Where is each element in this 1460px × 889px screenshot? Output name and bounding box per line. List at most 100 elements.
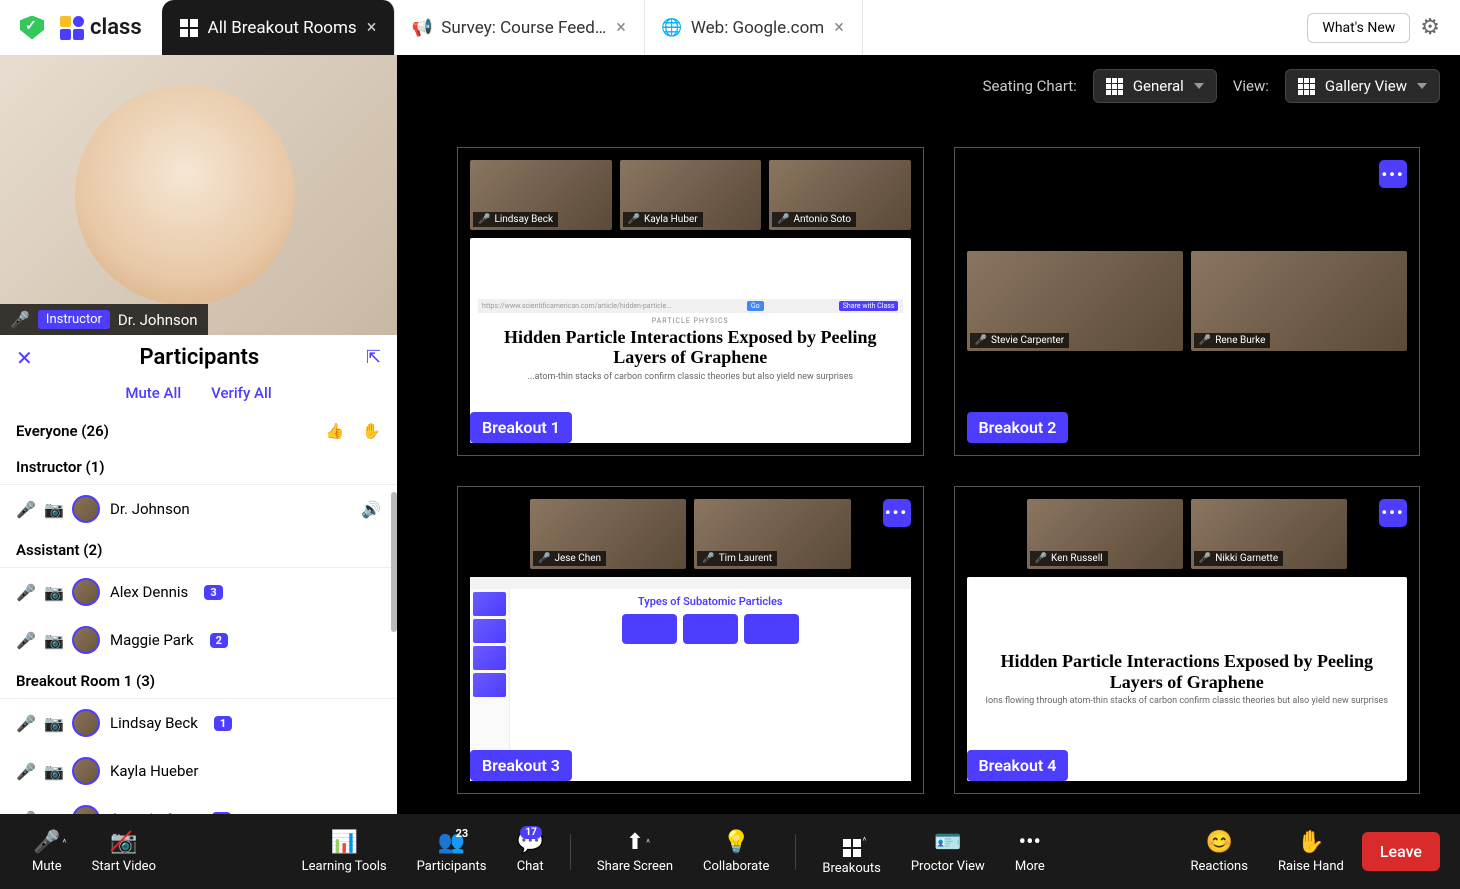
video-tile: 🎤Rene Burke [1191, 251, 1407, 351]
close-icon[interactable]: ✕ [16, 346, 33, 370]
popout-icon[interactable]: ⇱ [366, 347, 381, 368]
tab-survey[interactable]: 📢 Survey: Course Feed… × [395, 0, 645, 55]
avatar [72, 805, 100, 814]
participant-row[interactable]: 🎤 📷 Antonio Soto 2 [0, 795, 397, 814]
grid-icon [1298, 78, 1315, 95]
tab-web[interactable]: 🌐 Web: Google.com × [645, 0, 863, 55]
chevron-down-icon [1194, 83, 1204, 89]
video-tile: 🎤Antonio Soto [769, 160, 911, 230]
grid-icon [180, 19, 198, 37]
room-label: Breakout 1 [470, 412, 572, 443]
camera-icon[interactable]: 📷 [44, 500, 62, 519]
section-instructor: Instructor (1) [0, 450, 397, 485]
camera-icon[interactable]: 📷 [44, 762, 62, 781]
collaborate-button[interactable]: 💡Collaborate [691, 830, 781, 874]
breakouts-button[interactable]: ^Breakouts [810, 828, 892, 876]
avatar [72, 709, 100, 737]
mic-icon[interactable]: 🎤 [16, 500, 34, 519]
participant-row[interactable]: 🎤 📷 Maggie Park 2 [0, 616, 397, 664]
participant-row[interactable]: 🎤 📷 Alex Dennis 3 [0, 568, 397, 616]
room-label: Breakout 3 [470, 750, 572, 781]
chat-badge[interactable]: 3 [204, 585, 222, 600]
gear-icon[interactable]: ⚙ [1420, 15, 1440, 40]
participant-row[interactable]: 🎤 📷 Kayla Hueber [0, 747, 397, 795]
leave-button[interactable]: Leave [1362, 832, 1440, 871]
video-tile: 🎤Lindsay Beck [470, 160, 612, 230]
view-dropdown[interactable]: Gallery View [1285, 69, 1440, 103]
role-badge: Instructor [38, 310, 110, 329]
chat-badge[interactable]: 2 [212, 812, 230, 815]
room-menu-button[interactable]: ••• [1379, 160, 1407, 188]
camera-icon[interactable]: 📷 [44, 631, 62, 650]
learning-tools-button[interactable]: 📊Learning Tools [290, 830, 399, 874]
camera-icon[interactable]: 📷 [44, 714, 62, 733]
reactions-button[interactable]: 😊Reactions [1178, 830, 1260, 874]
mic-icon[interactable]: 🎤 [16, 714, 34, 733]
section-assistant: Assistant (2) [0, 533, 397, 568]
hand-icon[interactable]: ✋ [362, 422, 381, 440]
participants-panel: ✕ Participants ⇱ Mute All Verify All Eve… [0, 335, 397, 814]
tab-breakout-rooms[interactable]: All Breakout Rooms × [162, 0, 396, 55]
mute-button[interactable]: 🎤^Mute [20, 830, 74, 874]
start-video-button[interactable]: 📷Start Video [80, 830, 168, 874]
video-tile: 🎤Jese Chen [530, 499, 686, 569]
mic-muted-icon[interactable]: 🎤 [16, 631, 34, 650]
seating-chart-dropdown[interactable]: General [1093, 69, 1217, 103]
app-logo: class [60, 15, 142, 40]
room-label: Breakout 4 [967, 750, 1069, 781]
thumbs-up-icon[interactable]: 👍 [326, 422, 345, 440]
panel-title: Participants [33, 345, 366, 370]
chat-badge[interactable]: 2 [210, 633, 228, 648]
video-tile: 🎤Ken Russell [1027, 499, 1183, 569]
tab-bar: All Breakout Rooms × 📢 Survey: Course Fe… [162, 0, 863, 55]
bottom-toolbar: 🎤^Mute 📷Start Video 📊Learning Tools 👥23P… [0, 814, 1460, 889]
video-tile: 🎤Kayla Huber [620, 160, 762, 230]
breakout-room-1[interactable]: ••• 🎤Lindsay Beck 🎤Kayla Huber 🎤Antonio … [457, 147, 924, 456]
participant-row[interactable]: 🎤 📷 Dr. Johnson 🔊 [0, 485, 397, 533]
video-tile: 🎤Tim Laurent [694, 499, 850, 569]
more-button[interactable]: •••More [1003, 830, 1057, 874]
view-label: View: [1233, 77, 1269, 95]
mic-muted-icon[interactable]: 🎤 [16, 583, 34, 602]
self-video: 🎤 Instructor Dr. Johnson [0, 55, 397, 335]
close-icon[interactable]: × [834, 17, 844, 38]
breakout-room-4[interactable]: ••• 🎤Ken Russell 🎤Nikki Garnette Hidden … [954, 486, 1421, 795]
participants-button[interactable]: 👥23Participants [405, 830, 499, 874]
proctor-view-button[interactable]: 🪪Proctor View [899, 830, 997, 874]
everyone-label: Everyone (26) [16, 422, 109, 440]
close-icon[interactable]: × [616, 17, 626, 38]
section-breakout1: Breakout Room 1 (3) [0, 664, 397, 699]
camera-icon[interactable]: 📷 [44, 810, 62, 815]
share-screen-button[interactable]: ⬆^Share Screen [585, 830, 685, 874]
globe-icon: 🌐 [663, 19, 681, 37]
chat-badge[interactable]: 1 [214, 716, 232, 731]
video-tile: 🎤Stevie Carpenter [967, 251, 1183, 351]
raise-hand-button[interactable]: ✋Raise Hand [1266, 830, 1356, 874]
avatar [72, 626, 100, 654]
grid-icon [1106, 78, 1123, 95]
mic-muted-icon[interactable]: 🎤 [16, 810, 34, 815]
chevron-down-icon [1417, 83, 1427, 89]
whats-new-button[interactable]: What's New [1307, 13, 1410, 43]
breakout-room-3[interactable]: ••• 🎤Jese Chen 🎤Tim Laurent Types of Sub… [457, 486, 924, 795]
top-bar: class All Breakout Rooms × 📢 Survey: Cou… [0, 0, 1460, 55]
close-icon[interactable]: × [367, 17, 377, 38]
chat-button[interactable]: 💬17Chat [504, 830, 555, 874]
verify-all-link[interactable]: Verify All [211, 384, 271, 402]
room-menu-button[interactable]: ••• [883, 499, 911, 527]
room-label: Breakout 2 [967, 412, 1069, 443]
breakout-room-2[interactable]: ••• 🎤Stevie Carpenter 🎤Rene Burke Breako… [954, 147, 1421, 456]
mute-all-link[interactable]: Mute All [125, 384, 181, 402]
mic-icon[interactable]: 🎤 [16, 762, 34, 781]
mic-icon: 🎤 [10, 310, 30, 329]
seating-chart-label: Seating Chart: [983, 77, 1077, 95]
sidebar: 🎤 Instructor Dr. Johnson ✕ Participants … [0, 55, 397, 814]
video-tile: 🎤Nikki Garnette [1191, 499, 1347, 569]
room-menu-button[interactable]: ••• [1379, 499, 1407, 527]
camera-icon[interactable]: 📷 [44, 583, 62, 602]
avatar [72, 495, 100, 523]
main-area: Seating Chart: General View: Gallery Vie… [397, 55, 1460, 814]
avatar [72, 757, 100, 785]
participant-row[interactable]: 🎤 📷 Lindsay Beck 1 [0, 699, 397, 747]
megaphone-icon: 📢 [413, 19, 431, 37]
